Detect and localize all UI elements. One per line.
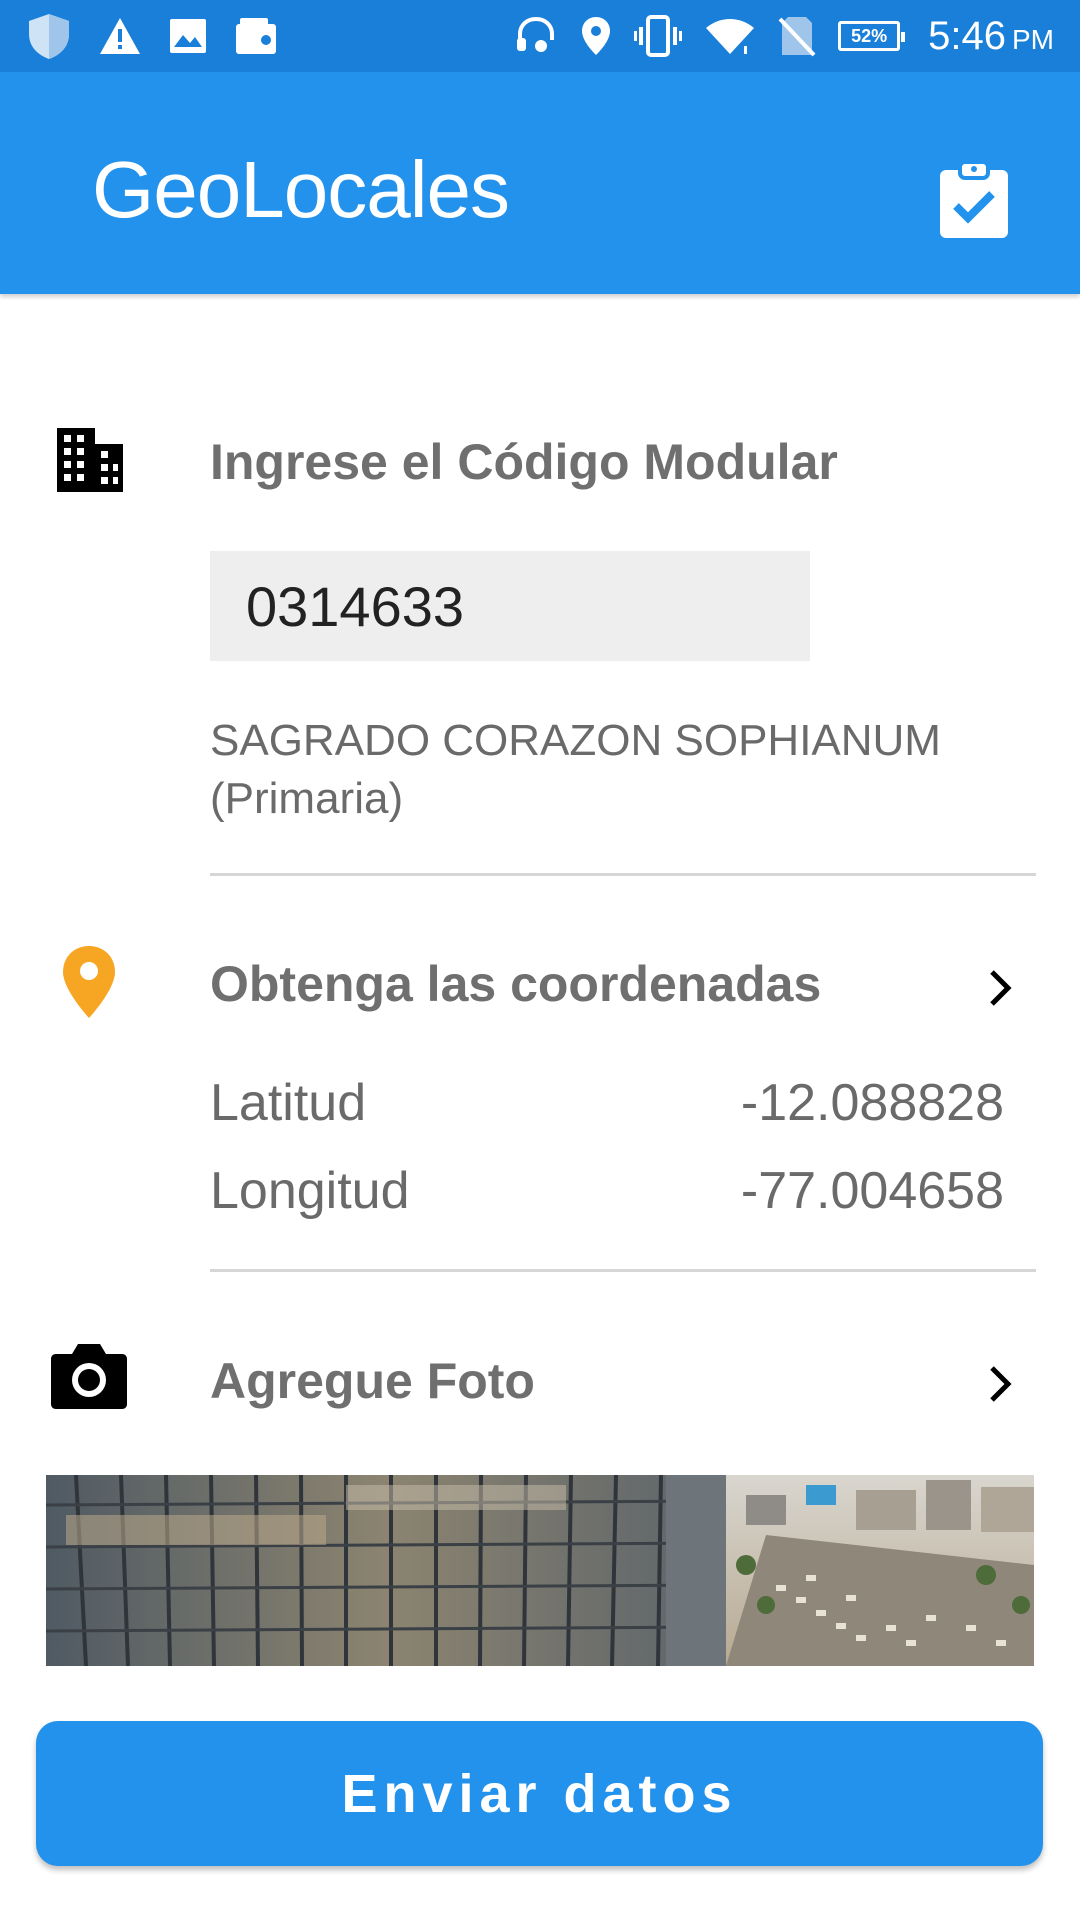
longitude-value: -77.004658 xyxy=(740,1162,1004,1220)
send-data-button[interactable]: Enviar datos xyxy=(36,1721,1043,1866)
app-bar: GeoLocales xyxy=(0,72,1080,294)
camera-icon xyxy=(50,1340,128,1415)
location-pin-icon xyxy=(61,944,117,1025)
latitude-value: -12.088828 xyxy=(740,1074,1004,1132)
latitude-label: Latitud xyxy=(210,1074,367,1132)
wallet-icon xyxy=(234,16,278,56)
headset-icon xyxy=(514,16,558,56)
coords-section-title[interactable]: Obtenga las coordenadas xyxy=(210,955,821,1013)
photo-section-title[interactable]: Agregue Foto xyxy=(210,1352,535,1410)
clock-time: 5:46 xyxy=(928,13,1006,58)
wifi-icon xyxy=(704,16,756,56)
vibrate-icon xyxy=(634,15,683,57)
status-bar: 52% 5:46 PM xyxy=(0,0,1080,72)
clipboard-check-icon[interactable] xyxy=(936,160,1012,240)
app-screen: 52% 5:46 PM GeoLocales Ingrese el Código… xyxy=(0,0,1080,1920)
status-left-icons xyxy=(26,12,304,60)
divider xyxy=(210,1269,1036,1272)
modular-code-input[interactable] xyxy=(210,551,810,661)
warning-icon xyxy=(98,16,142,56)
location-icon xyxy=(580,15,612,57)
photo-preview[interactable] xyxy=(46,1475,1034,1666)
code-section-title: Ingrese el Código Modular xyxy=(210,434,838,490)
chevron-right-icon[interactable] xyxy=(980,966,1020,1010)
no-sim-icon xyxy=(778,15,816,57)
building-icon xyxy=(55,424,125,499)
chevron-right-icon[interactable] xyxy=(980,1362,1020,1406)
battery-icon: 52% xyxy=(838,21,906,51)
divider xyxy=(210,873,1036,876)
status-clock: 5:46 PM xyxy=(928,14,1054,59)
image-icon xyxy=(168,17,208,55)
clock-ampm: PM xyxy=(1012,23,1054,55)
longitude-label: Longitud xyxy=(210,1162,410,1220)
shield-icon xyxy=(26,12,72,60)
status-right-icons: 52% 5:46 PM xyxy=(492,14,1054,59)
app-title: GeoLocales xyxy=(92,145,510,234)
school-name: SAGRADO CORAZON SOPHIANUM (Primaria) xyxy=(210,716,941,823)
